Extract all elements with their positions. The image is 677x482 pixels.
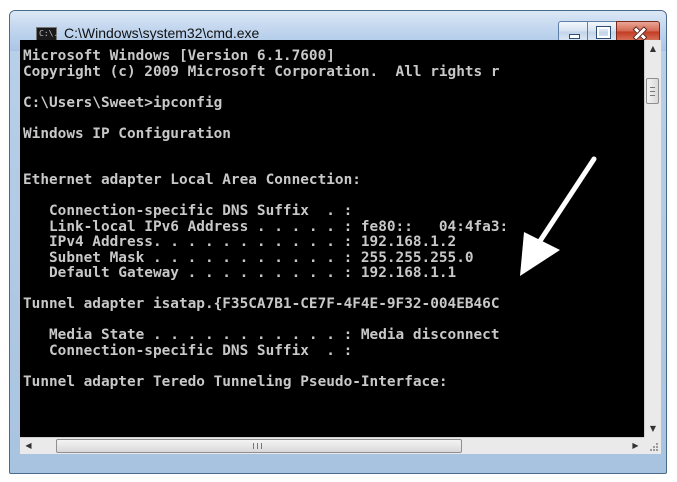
maximize-icon [588,22,616,41]
vertical-scroll-thumb[interactable] [646,78,659,104]
window-title: C:\Windows\system32\cmd.exe [64,25,260,41]
horizontal-scroll-thumb[interactable] [56,439,462,453]
console-output[interactable]: Microsoft Windows [Version 6.1.7600] Cop… [20,40,644,437]
minimize-button[interactable] [558,21,588,42]
scroll-up-icon[interactable]: ▲ [645,40,661,57]
maximize-button[interactable] [587,21,617,42]
resize-grip-icon [650,443,658,451]
cmd-icon[interactable]: C:\. [36,27,58,41]
grip-icon [253,443,262,449]
scroll-down-icon[interactable]: ▼ [645,420,661,437]
close-icon [617,22,659,41]
grip-icon [650,87,655,96]
close-button[interactable] [616,21,660,42]
scroll-left-icon[interactable]: ◀ [20,438,37,455]
console-text: Microsoft Windows [Version 6.1.7600] Cop… [23,48,509,390]
minimize-icon [559,22,587,41]
horizontal-scrollbar[interactable]: ◀ ▶ [20,437,644,454]
vertical-scrollbar[interactable]: ▲ ▼ [644,40,661,437]
resize-grip[interactable] [644,437,661,454]
scroll-right-icon[interactable]: ▶ [627,438,644,455]
